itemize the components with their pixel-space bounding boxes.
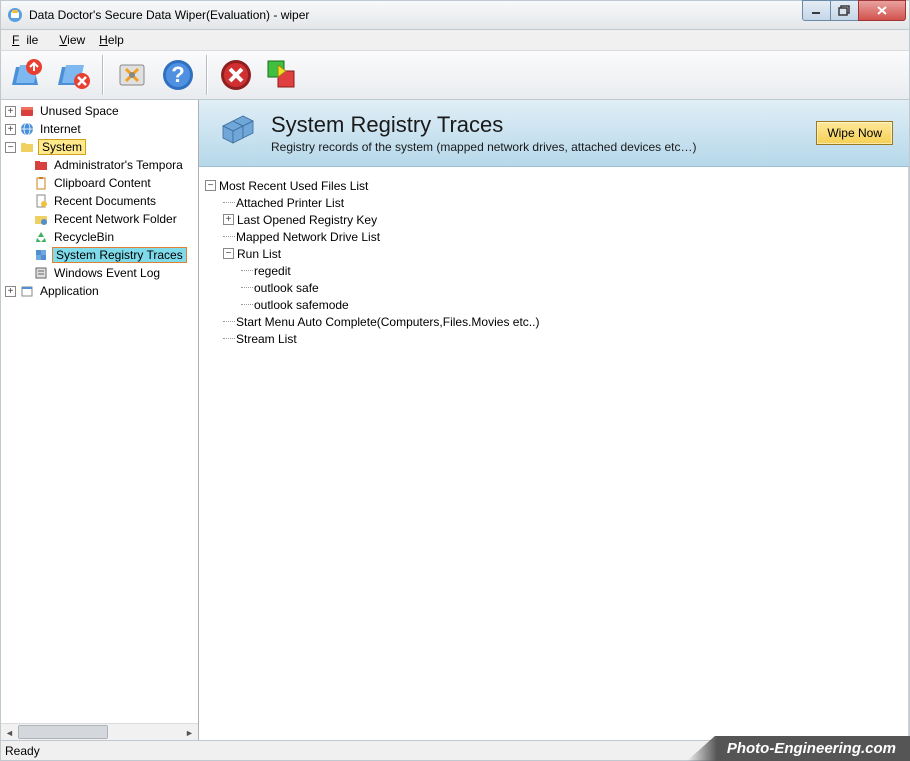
network-folder-icon — [33, 211, 49, 227]
detail-stream[interactable]: Stream List — [205, 330, 902, 347]
tree-node-unused-space[interactable]: + Unused Space — [1, 102, 198, 120]
toolbar-tools-button[interactable] — [111, 54, 153, 96]
toolbar-delete-button[interactable] — [53, 54, 95, 96]
toolbar-open-button[interactable] — [7, 54, 49, 96]
detail-printer[interactable]: Attached Printer List — [205, 194, 902, 211]
folder-icon — [19, 139, 35, 155]
scroll-right-arrow[interactable]: ► — [181, 724, 198, 741]
window-controls — [803, 0, 906, 21]
menu-bar: File View Help — [0, 30, 910, 50]
main-area: + Unused Space + Internet − System Admin… — [0, 100, 910, 740]
toolbar-options-button[interactable] — [261, 54, 303, 96]
collapse-icon[interactable]: − — [205, 180, 216, 191]
detail-run-item[interactable]: outlook safe — [205, 279, 902, 296]
maximize-button[interactable] — [830, 0, 859, 21]
folder-red-icon — [33, 157, 49, 173]
collapse-icon[interactable]: − — [223, 248, 234, 259]
drive-icon — [19, 103, 35, 119]
recycle-icon — [33, 229, 49, 245]
toolbar: ? — [0, 50, 910, 100]
expand-icon[interactable]: + — [5, 106, 16, 117]
menu-view[interactable]: View — [52, 31, 92, 49]
collapse-icon[interactable]: − — [5, 142, 16, 153]
toolbar-help-button[interactable]: ? — [157, 54, 199, 96]
status-ready: Ready — [5, 744, 747, 758]
minimize-button[interactable] — [802, 0, 831, 21]
content-pane: System Registry Traces Registry records … — [199, 100, 909, 740]
tree-horizontal-scrollbar[interactable]: ◄ ► — [1, 723, 198, 740]
tree-node-event-log[interactable]: Windows Event Log — [1, 264, 198, 282]
app-icon — [6, 6, 24, 24]
close-button[interactable] — [858, 0, 906, 21]
menu-file[interactable]: File — [5, 31, 52, 49]
application-icon — [19, 283, 35, 299]
detail-start-menu[interactable]: Start Menu Auto Complete(Computers,Files… — [205, 313, 902, 330]
tree-node-recent-docs[interactable]: Recent Documents — [1, 192, 198, 210]
expand-icon[interactable]: + — [223, 214, 234, 225]
clipboard-icon — [33, 175, 49, 191]
detail-run-item[interactable]: outlook safemode — [205, 296, 902, 313]
detail-mapped[interactable]: Mapped Network Drive List — [205, 228, 902, 245]
content-title: System Registry Traces — [271, 112, 697, 138]
document-icon — [33, 193, 49, 209]
tree-node-application[interactable]: + Application — [1, 282, 198, 300]
svg-text:?: ? — [171, 62, 184, 87]
details-tree: −Most Recent Used Files List Attached Pr… — [199, 167, 909, 740]
toolbar-separator — [206, 55, 208, 95]
detail-run-item[interactable]: regedit — [205, 262, 902, 279]
detail-last-reg[interactable]: +Last Opened Registry Key — [205, 211, 902, 228]
tree-node-recent-network[interactable]: Recent Network Folder — [1, 210, 198, 228]
toolbar-separator — [102, 55, 104, 95]
wipe-now-button[interactable]: Wipe Now — [816, 121, 893, 145]
content-header: System Registry Traces Registry records … — [199, 100, 909, 167]
tree-node-registry-traces[interactable]: System Registry Traces — [1, 246, 198, 264]
tree-node-internet[interactable]: + Internet — [1, 120, 198, 138]
watermark: Photo-Engineering.com — [687, 736, 910, 761]
registry-cube-icon — [215, 112, 257, 154]
title-bar: Data Doctor's Secure Data Wiper(Evaluati… — [0, 0, 910, 30]
scroll-thumb[interactable] — [18, 725, 108, 739]
tree-node-clipboard[interactable]: Clipboard Content — [1, 174, 198, 192]
globe-icon — [19, 121, 35, 137]
scroll-left-arrow[interactable]: ◄ — [1, 724, 18, 741]
detail-run-list[interactable]: −Run List — [205, 245, 902, 262]
log-icon — [33, 265, 49, 281]
tree-node-recyclebin[interactable]: RecycleBin — [1, 228, 198, 246]
detail-root[interactable]: −Most Recent Used Files List — [205, 177, 902, 194]
expand-icon[interactable]: + — [5, 124, 16, 135]
content-subtitle: Registry records of the system (mapped n… — [271, 140, 697, 154]
tree-node-system[interactable]: − System — [1, 138, 198, 156]
toolbar-stop-button[interactable] — [215, 54, 257, 96]
window-title: Data Doctor's Secure Data Wiper(Evaluati… — [29, 8, 803, 22]
expand-icon[interactable]: + — [5, 286, 16, 297]
registry-icon — [33, 247, 49, 263]
menu-help[interactable]: Help — [92, 31, 131, 49]
tree-node-admin-temp[interactable]: Administrator's Tempora — [1, 156, 198, 174]
navigation-tree: + Unused Space + Internet − System Admin… — [1, 100, 199, 740]
